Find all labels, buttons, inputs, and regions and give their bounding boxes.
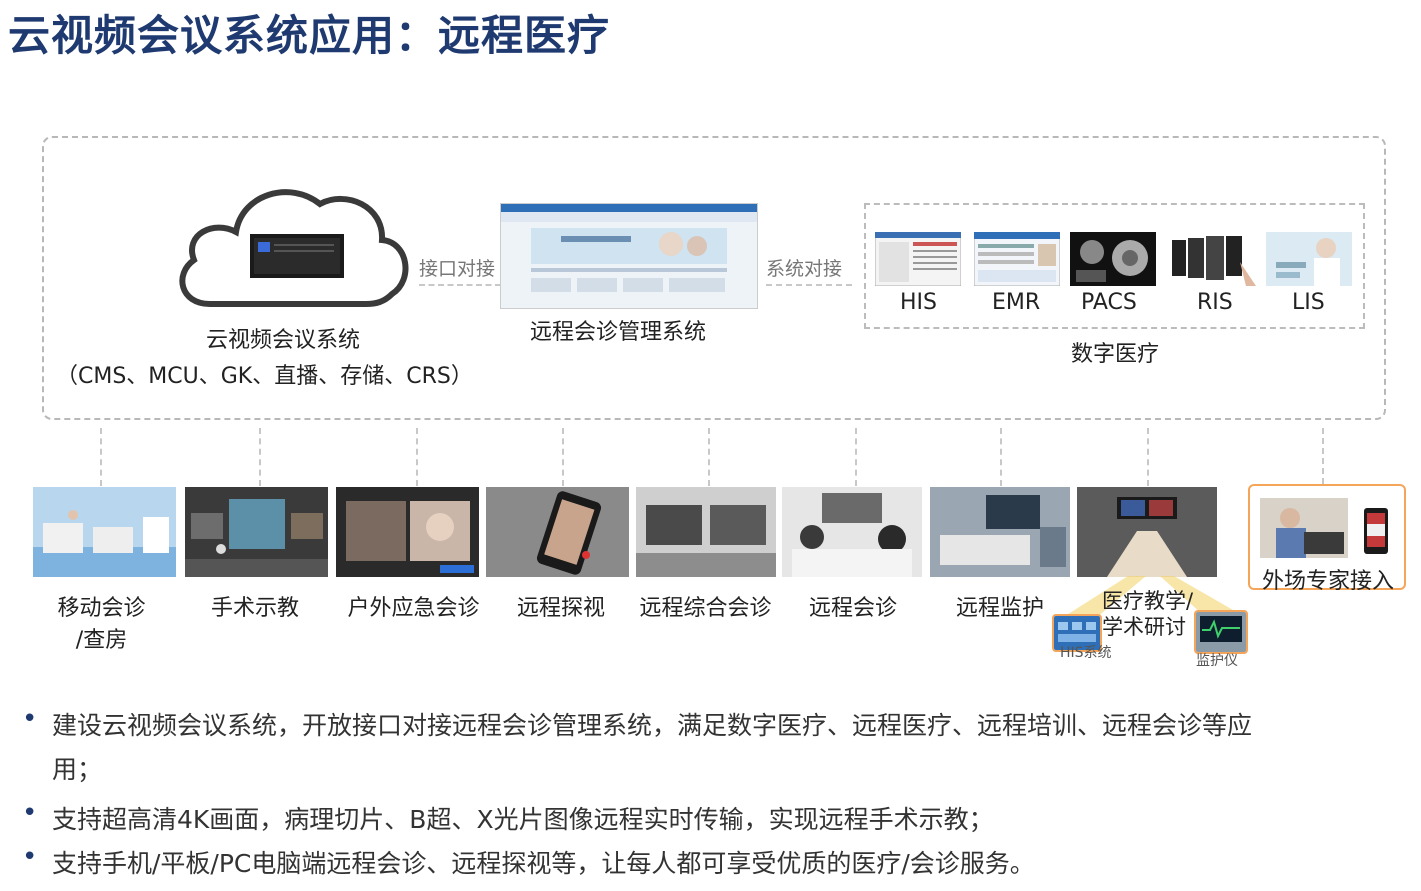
mgmt-system-label: 远程会诊管理系统	[530, 320, 707, 345]
app-label-line: /查房	[75, 628, 128, 653]
digital-item-his: HIS	[900, 290, 937, 315]
emr-thumbnail	[974, 232, 1060, 286]
cloud-icon	[179, 189, 409, 307]
photo-mobile-rounds	[33, 487, 176, 577]
mgmt-system-screenshot	[500, 203, 758, 309]
photo-remote-visit	[486, 487, 629, 577]
app-label-line: 医疗教学/	[1102, 589, 1194, 613]
connector-line	[1000, 428, 1002, 486]
app-label-mobile-rounds: 移动会诊 /查房	[34, 590, 169, 654]
interface-link-line	[419, 284, 501, 286]
lis-thumbnail	[1266, 232, 1352, 286]
bullet-item: • 建设云视频会议系统，开放接口对接远程会诊管理系统，满足数字医疗、远程医疗、远…	[22, 704, 1252, 792]
bullet-text: 支持手机/平板/PC电脑端远程会诊、远程探视等，让每人都可享受优质的医疗/会诊服…	[52, 849, 1035, 878]
bullet-line: 用；	[52, 755, 103, 784]
external-expert-label: 外场专家接入	[1262, 569, 1395, 594]
cloud-system-components: （CMS、MCU、GK、直播、存储、CRS）	[56, 364, 473, 389]
app-label-comprehensive: 远程综合会诊	[639, 596, 772, 621]
system-link-label: 系统对接	[766, 258, 843, 280]
app-label-outdoor-emergency: 户外应急会诊	[347, 596, 480, 621]
app-label-remote-monitoring: 远程监护	[955, 596, 1044, 621]
cloud-system-label: 云视频会议系统	[206, 328, 361, 353]
monitor-device	[1194, 610, 1248, 654]
connector-line	[259, 428, 261, 486]
photo-medical-teaching	[1077, 487, 1217, 577]
connector-line	[562, 428, 564, 486]
bullet-marker: •	[22, 704, 38, 734]
bullet-item: • 支持超高清4K画面，病理切片、B超、X光片图像远程实时传输，实现远程手术示教…	[22, 798, 994, 842]
connector-line	[416, 428, 418, 486]
app-label-line: 学术研讨	[1102, 615, 1186, 639]
digital-item-emr: EMR	[992, 290, 1041, 315]
ris-thumbnail	[1170, 232, 1256, 286]
photo-surgery-teaching	[185, 487, 328, 577]
app-label-medical-teaching: 医疗教学/ 学术研讨	[1102, 588, 1193, 640]
app-label-surgery-teaching: 手术示教	[210, 596, 299, 621]
bullet-marker: •	[22, 798, 38, 828]
bullet-text: 支持超高清4K画面，病理切片、B超、X光片图像远程实时传输，实现远程手术示教；	[52, 805, 994, 834]
his-system-label: HIS系统	[1060, 645, 1112, 661]
photo-remote-consultation	[782, 487, 922, 577]
bullet-text: 建设云视频会议系统，开放接口对接远程会诊管理系统，满足数字医疗、远程医疗、远程培…	[52, 704, 1252, 792]
connector-line	[855, 428, 857, 486]
system-link-line	[766, 284, 852, 286]
connector-line	[100, 428, 102, 486]
pacs-thumbnail	[1070, 232, 1156, 286]
page-title: 云视频会议系统应用：远程医疗	[8, 11, 611, 60]
phone-device-icon	[1364, 508, 1388, 554]
photo-outdoor-emergency	[336, 487, 479, 577]
app-label-line: 移动会诊	[57, 596, 146, 621]
digital-item-lis: LIS	[1292, 290, 1325, 315]
app-label-remote-consultation: 远程会诊	[808, 596, 897, 621]
app-label-remote-visit: 远程探视	[516, 596, 605, 621]
monitor-label: 监护仪	[1196, 653, 1238, 669]
digital-item-pacs: PACS	[1081, 290, 1137, 315]
photo-remote-monitoring	[930, 487, 1070, 577]
photo-external-expert	[1260, 498, 1348, 558]
connector-line	[708, 428, 710, 486]
bullet-item: • 支持手机/平板/PC电脑端远程会诊、远程探视等，让每人都可享受优质的医疗/会…	[22, 842, 1035, 886]
bullet-marker: •	[22, 842, 38, 872]
his-thumbnail	[875, 232, 961, 286]
bullet-line: 建设云视频会议系统，开放接口对接远程会诊管理系统，满足数字医疗、远程医疗、远程培…	[52, 711, 1253, 740]
digital-medical-label: 数字医疗	[1071, 342, 1160, 367]
connector-line	[1147, 428, 1149, 486]
digital-item-ris: RIS	[1197, 290, 1233, 315]
photo-comprehensive-consultation	[636, 487, 776, 577]
connector-line	[1322, 428, 1324, 484]
interface-link-label: 接口对接	[419, 258, 496, 280]
